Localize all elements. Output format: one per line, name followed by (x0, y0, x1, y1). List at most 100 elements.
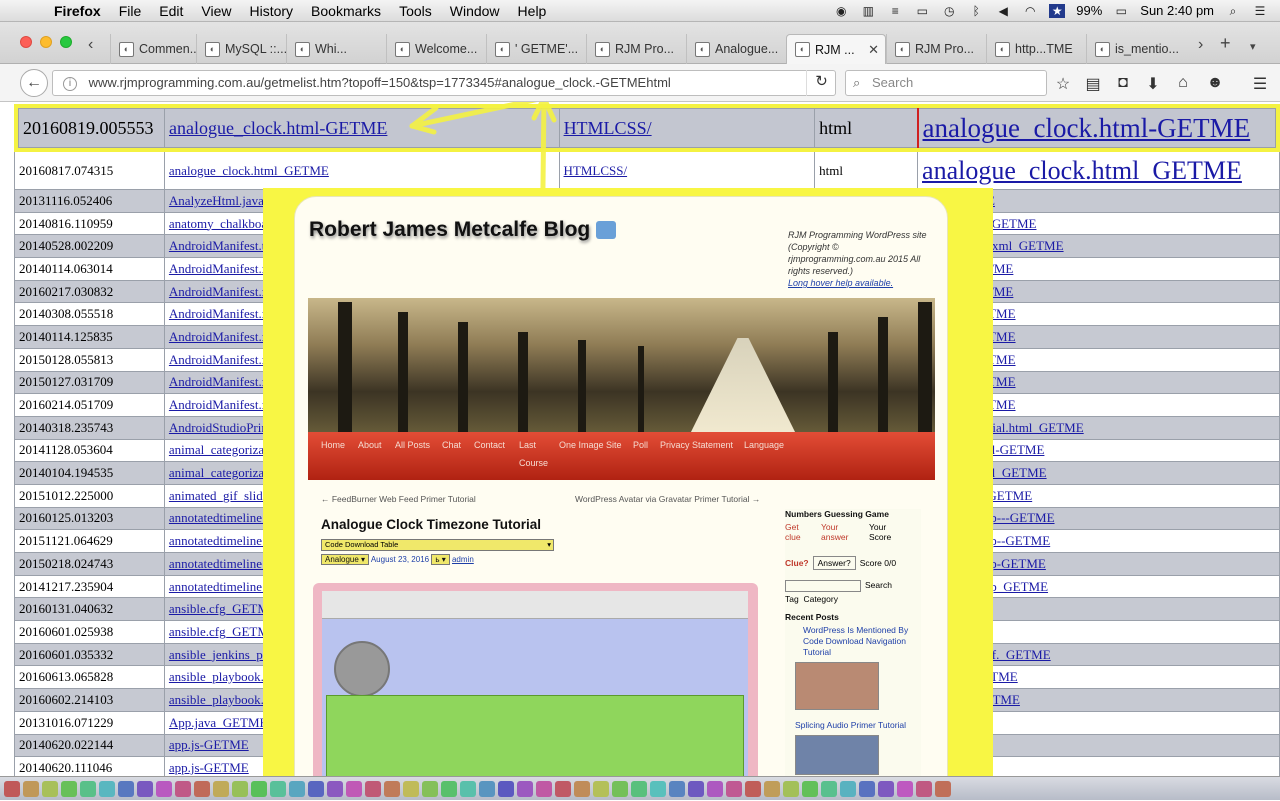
row-file-link[interactable]: annotatedtimeline_ (169, 533, 269, 548)
tab-7[interactable]: ◐ RJM ... ✕ (786, 34, 886, 64)
back-button[interactable]: ← (20, 69, 48, 97)
row-file-link[interactable]: AnalyzeHtml.java (169, 193, 264, 208)
dock-app-icon[interactable] (384, 781, 400, 797)
close-tab-icon[interactable]: ✕ (868, 42, 885, 58)
smiley-icon[interactable]: ☻ (1205, 74, 1225, 92)
dock-app-icon[interactable] (42, 781, 58, 797)
tag-radio[interactable]: Tag (785, 594, 799, 604)
small-select[interactable]: ь ▾ (431, 554, 450, 565)
hover-help-link[interactable]: Long hover help available. (788, 278, 893, 288)
tab-0[interactable]: ◐ Commen... (110, 34, 196, 64)
dock-app-icon[interactable] (536, 781, 552, 797)
dock-app-icon[interactable] (289, 781, 305, 797)
tab-1[interactable]: ◐ MySQL ::... (196, 34, 286, 64)
recent-post-1[interactable]: WordPress Is Mentioned By Code Download … (803, 625, 921, 658)
tab-6[interactable]: ◐ Analogue... (686, 34, 786, 64)
row-file-link[interactable]: AndroidManifest.x (169, 374, 268, 389)
tab-4[interactable]: ◐ ' GETME'... (486, 34, 586, 64)
dock-app-icon[interactable] (916, 781, 932, 797)
recent-post-1-thumb[interactable] (795, 662, 879, 710)
tab-9[interactable]: ◐ http...TME (986, 34, 1086, 64)
battery-icon[interactable]: ▭ (1113, 4, 1129, 18)
row-file-link[interactable]: animal_categoriza (169, 465, 264, 480)
category-radio[interactable]: Category (803, 594, 838, 604)
row-file-link[interactable]: app.js-GETME (169, 760, 249, 775)
wifi-icon[interactable]: ◠ (1022, 4, 1038, 18)
dock-app-icon[interactable] (840, 781, 856, 797)
tab-scroll-right-icon[interactable]: › (1198, 36, 1203, 54)
dock-app-icon[interactable] (118, 781, 134, 797)
search-input[interactable]: ⌕ Search (845, 70, 1047, 96)
row-file-link[interactable]: analogue_clock.html_GETME (169, 163, 329, 178)
search-radio[interactable]: Search (865, 580, 892, 592)
row-file-link[interactable]: ansible.cfg_GETM (169, 601, 269, 616)
dock-app-icon[interactable] (403, 781, 419, 797)
dock-app-icon[interactable] (574, 781, 590, 797)
dock-app-icon[interactable] (422, 781, 438, 797)
dock-app-icon[interactable] (650, 781, 666, 797)
tab-10[interactable]: ◐ is_mentio... (1086, 34, 1186, 64)
row-file-link[interactable]: AndroidManifest.x (169, 261, 268, 276)
menu-window[interactable]: Window (441, 0, 509, 22)
dock-app-icon[interactable] (213, 781, 229, 797)
dock-app-icon[interactable] (156, 781, 172, 797)
bluetooth-icon[interactable]: ᛒ (968, 4, 984, 18)
pocket-icon[interactable]: ◘ (1113, 74, 1133, 92)
spotlight-icon[interactable]: ⌕ (1225, 4, 1241, 18)
nav-last[interactable]: Last (519, 440, 536, 450)
tab-8[interactable]: ◐ RJM Pro... (886, 34, 986, 64)
nav-home[interactable]: Home (321, 440, 345, 450)
dock-app-icon[interactable] (175, 781, 191, 797)
audio-icon[interactable]: ≡ (887, 4, 903, 18)
row-file-link[interactable]: AndroidManifest.x (169, 306, 268, 321)
clock[interactable]: Sun 2:40 pm (1140, 3, 1214, 18)
row-file-link[interactable]: AndroidManifest.x (169, 284, 268, 299)
dock-app-icon[interactable] (707, 781, 723, 797)
tab-2[interactable]: ◐ Whi... (286, 34, 386, 64)
tab-5[interactable]: ◐ RJM Pro... (586, 34, 686, 64)
dock-app-icon[interactable] (308, 781, 324, 797)
row-file-link[interactable]: ansible.cfg_GETM (169, 624, 269, 639)
dock-app-icon[interactable] (631, 781, 647, 797)
row-file-link[interactable]: anatomy_chalkboa (169, 216, 267, 231)
row-file-link[interactable]: annotatedtimeline_ (169, 579, 269, 594)
flag-icon[interactable]: ★ (1049, 3, 1066, 18)
recent-post-2-thumb[interactable] (795, 735, 879, 775)
dock-app-icon[interactable] (764, 781, 780, 797)
menu-edit[interactable]: Edit (150, 0, 192, 22)
answer-select[interactable]: Answer? (812, 556, 856, 570)
dock-app-icon[interactable] (346, 781, 362, 797)
row-file-link[interactable]: ansible_jenkins_pr (169, 647, 267, 662)
next-post-link[interactable]: WordPress Avatar via Gravatar Primer Tut… (575, 494, 760, 504)
nav-all-posts[interactable]: All Posts (395, 440, 430, 450)
dock-app-icon[interactable] (99, 781, 115, 797)
new-tab-icon[interactable]: + (1220, 33, 1231, 54)
dock-app-icon[interactable] (270, 781, 286, 797)
url-bar[interactable]: i www.rjmprogramming.com.au/getmelist.ht… (52, 70, 836, 96)
post-date[interactable]: August 23, 2016 (371, 555, 429, 564)
get-clue[interactable]: Get clue (785, 522, 811, 542)
dock-app-icon[interactable] (821, 781, 837, 797)
row-file-link[interactable]: ansible_playbook. (169, 692, 264, 707)
dock-app-icon[interactable] (251, 781, 267, 797)
prev-post-link[interactable]: ← FeedBurner Web Feed Primer Tutorial (321, 494, 476, 504)
nav-language[interactable]: Language (744, 440, 784, 450)
info-icon[interactable]: i (63, 76, 77, 91)
dock-app-icon[interactable] (745, 781, 761, 797)
dock-app-icon[interactable] (232, 781, 248, 797)
close-window-icon[interactable] (20, 36, 32, 48)
row-file-link[interactable]: AndroidStudioPrim (169, 420, 272, 435)
dock-app-icon[interactable] (479, 781, 495, 797)
hamburger-menu-icon[interactable]: ☰ (1250, 74, 1270, 94)
circle-icon[interactable]: ◉ (833, 4, 849, 18)
nav-about[interactable]: About (358, 440, 382, 450)
dock-app-icon[interactable] (517, 781, 533, 797)
row-file-link[interactable]: animated_gif_slide (169, 488, 269, 503)
dock-app-icon[interactable] (878, 781, 894, 797)
time-machine-icon[interactable]: ◷ (941, 4, 957, 18)
app-menu[interactable]: Firefox (42, 0, 110, 22)
dock-app-icon[interactable] (897, 781, 913, 797)
airplay-icon[interactable]: ▭ (914, 4, 930, 18)
row-file-link[interactable]: annotatedtimeline_ (169, 556, 269, 571)
dock-app-icon[interactable] (555, 781, 571, 797)
